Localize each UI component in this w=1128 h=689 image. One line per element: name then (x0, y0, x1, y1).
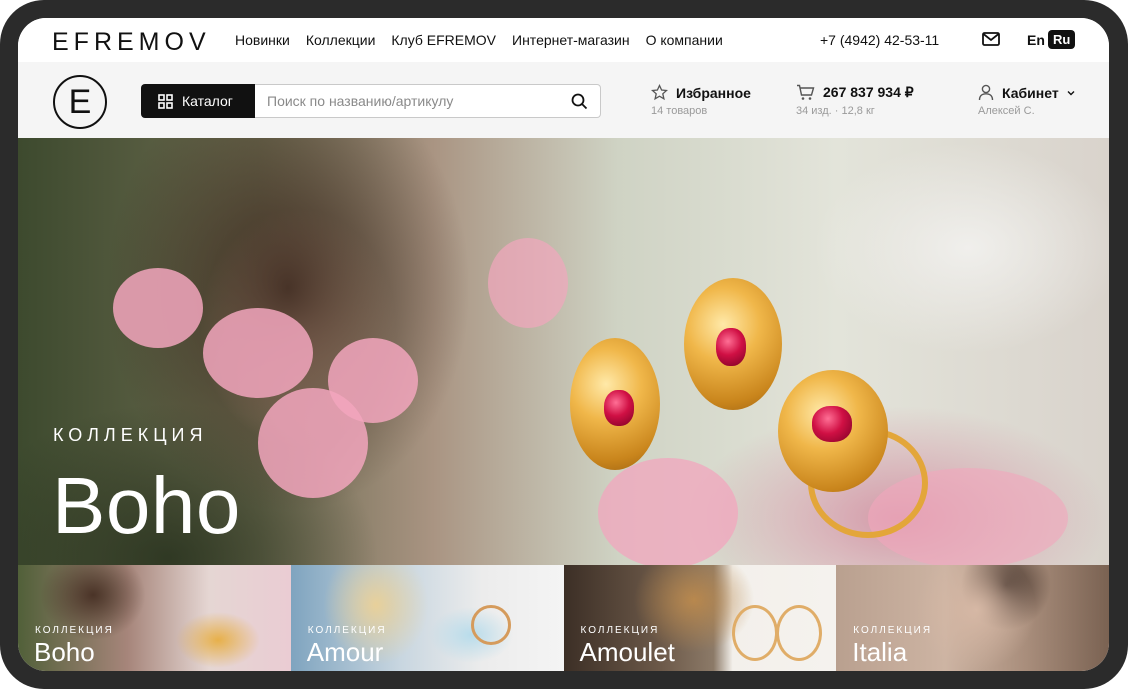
cart-icon (797, 84, 815, 100)
cart-summary: 34 изд. · 12,8 кг (796, 105, 875, 117)
grid-icon (158, 93, 173, 109)
flower-decoration (488, 238, 568, 328)
favorites[interactable]: Избранное 14 товаров (651, 84, 751, 117)
card-name: Boho (34, 637, 95, 667)
collection-cards: КОЛЛЕКЦИЯ Boho КОЛЛЕКЦИЯ Amour КОЛЛЕКЦИЯ… (18, 565, 1109, 671)
flower-decoration (598, 458, 738, 565)
search-icon[interactable] (571, 93, 588, 110)
mail-icon[interactable] (982, 32, 1000, 46)
logo[interactable]: E (53, 75, 107, 129)
lang-ru-button[interactable]: Ru (1048, 30, 1076, 49)
search-input[interactable] (255, 85, 555, 117)
hero-banner[interactable]: КОЛЛЕКЦИЯ Boho (18, 138, 1109, 565)
card-name: Amoulet (579, 637, 675, 667)
card-name: Amour (306, 637, 384, 667)
hero-kicker: КОЛЛЕКЦИЯ (53, 425, 208, 445)
top-bar: EFREMOV Новинки Коллекции Клуб EFREMOV И… (18, 18, 1109, 62)
header: E Каталог Поиск по названию/артикулу Изб… (18, 62, 1109, 138)
flower-decoration (203, 308, 313, 398)
nav-new[interactable]: Новинки (235, 32, 290, 48)
cabinet-label: Кабинет (1002, 84, 1059, 101)
gem-decoration (812, 406, 852, 442)
earring-image (775, 605, 822, 661)
collection-card-amour[interactable]: КОЛЛЕКЦИЯ Amour (290, 565, 564, 671)
card-kicker: КОЛЛЕКЦИЯ (853, 625, 933, 636)
user-icon (978, 84, 994, 101)
flower-decoration (113, 268, 203, 348)
gem-decoration (604, 390, 634, 426)
collection-card-boho[interactable]: КОЛЛЕКЦИЯ Boho (18, 565, 291, 671)
cabinet-user: Алексей С. (978, 105, 1035, 117)
lang-en-button[interactable]: En (1027, 32, 1045, 48)
cabinet[interactable]: Кабинет Алексей С. (978, 84, 1075, 117)
phone-number[interactable]: +7 (4942) 42-53-11 (820, 32, 939, 48)
card-name: Italia (852, 637, 908, 667)
device-frame: EFREMOV Новинки Коллекции Клуб EFREMOV И… (0, 0, 1128, 689)
flower-decoration (258, 388, 368, 498)
ring-image (470, 605, 511, 645)
top-nav: Новинки Коллекции Клуб EFREMOV Интернет-… (235, 32, 723, 48)
brand-wordmark[interactable]: EFREMOV (52, 28, 211, 57)
card-kicker: КОЛЛЕКЦИЯ (35, 625, 114, 636)
collection-card-amoulet[interactable]: КОЛЛЕКЦИЯ Amoulet (563, 565, 837, 671)
chevron-down-icon (1067, 90, 1075, 95)
nav-about[interactable]: О компании (646, 32, 723, 48)
gem-decoration (716, 328, 746, 366)
collection-card-italia[interactable]: КОЛЛЕКЦИЯ Italia (836, 565, 1109, 671)
card-kicker: КОЛЛЕКЦИЯ (580, 625, 660, 636)
nav-shop[interactable]: Интернет-магазин (512, 32, 630, 48)
earring-image (731, 605, 778, 661)
nav-club[interactable]: Клуб EFREMOV (391, 32, 496, 48)
search-box (255, 84, 601, 118)
cart[interactable]: 267 837 934 ₽ 34 изд. · 12,8 кг (796, 84, 914, 117)
nav-collections[interactable]: Коллекции (306, 32, 376, 48)
star-icon (651, 84, 668, 101)
card-kicker: КОЛЛЕКЦИЯ (307, 625, 387, 636)
hero-title[interactable]: Boho (52, 460, 241, 552)
favorites-count: 14 товаров (651, 105, 708, 117)
screen: EFREMOV Новинки Коллекции Клуб EFREMOV И… (18, 18, 1109, 671)
favorites-label: Избранное (676, 84, 751, 101)
cart-total: 267 837 934 ₽ (823, 84, 914, 100)
catalog-label: Каталог (182, 93, 233, 109)
catalog-button[interactable]: Каталог (141, 84, 255, 118)
